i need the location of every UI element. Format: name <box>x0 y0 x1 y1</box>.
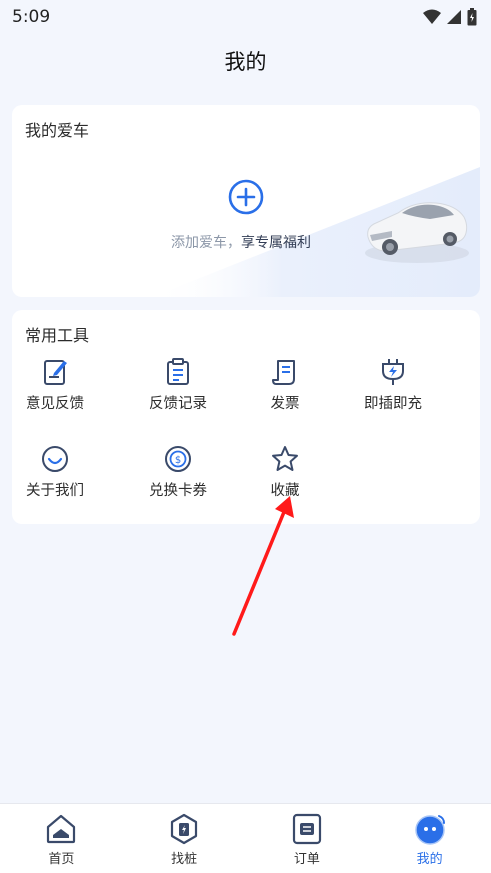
tab-label: 找桩 <box>171 852 198 867</box>
tool-invoice[interactable]: 发票 <box>240 357 330 413</box>
tool-label: 收藏 <box>270 483 300 499</box>
about-icon <box>42 446 68 472</box>
tab-find-charger[interactable]: 找桩 <box>123 804 246 873</box>
tool-label: 反馈记录 <box>149 396 207 412</box>
star-icon <box>272 446 298 471</box>
my-car-title: 我的爱车 <box>25 121 90 140</box>
tool-about-us[interactable]: 关于我们 <box>12 444 100 500</box>
status-time: 5:09 <box>12 7 51 27</box>
tool-redeem-coupon[interactable]: $ 兑换卡券 <box>133 444 223 500</box>
bottom-tab-bar: 首页 找桩 订单 我的 <box>0 803 491 873</box>
profile-icon <box>414 815 445 845</box>
coupon-icon: $ <box>165 446 191 472</box>
signal-icon <box>447 10 461 24</box>
tools-card: 常用工具 意见反馈 反馈记录 发票 即插即充 关于我们 $ 兑换卡券 收藏 <box>12 310 480 524</box>
tool-label: 意见反馈 <box>26 396 84 412</box>
add-car-benefit: 享专属福利 <box>241 235 311 251</box>
my-car-card: 我的爱车 添加爱车，享专属福利 <box>12 105 480 297</box>
tool-label: 发票 <box>270 396 300 412</box>
tool-favorites[interactable]: 收藏 <box>240 444 330 500</box>
tool-plug-and-charge[interactable]: 即插即充 <box>348 357 438 413</box>
order-icon <box>292 813 321 845</box>
car-illustration <box>365 202 469 263</box>
svg-text:$: $ <box>175 455 181 466</box>
add-car-prefix: 添加爱车， <box>171 235 241 251</box>
status-icons <box>423 8 477 26</box>
tool-label: 关于我们 <box>26 483 84 499</box>
feedback-icon <box>44 360 67 385</box>
tool-label: 兑换卡券 <box>149 483 207 499</box>
record-icon <box>167 358 189 385</box>
add-car-plus-icon[interactable] <box>228 179 264 215</box>
tab-label: 我的 <box>416 852 443 867</box>
plug-charge-icon <box>382 359 404 385</box>
tab-home[interactable]: 首页 <box>0 804 123 873</box>
tab-mine[interactable]: 我的 <box>368 804 491 873</box>
charger-icon <box>171 813 198 845</box>
tool-feedback-record[interactable]: 反馈记录 <box>133 357 223 413</box>
invoice-icon <box>272 360 295 385</box>
tab-label: 首页 <box>48 852 75 867</box>
home-icon <box>47 814 76 844</box>
tab-label: 订单 <box>293 852 320 867</box>
tool-label: 即插即充 <box>364 396 422 412</box>
tool-feedback[interactable]: 意见反馈 <box>12 357 100 413</box>
status-bar: 5:09 <box>0 0 491 34</box>
wifi-icon <box>423 9 441 24</box>
add-car-text[interactable]: 添加爱车，享专属福利 <box>171 232 311 252</box>
battery-icon <box>467 8 477 26</box>
tab-orders[interactable]: 订单 <box>246 804 369 873</box>
tools-title: 常用工具 <box>25 326 90 345</box>
page-title: 我的 <box>224 50 267 74</box>
